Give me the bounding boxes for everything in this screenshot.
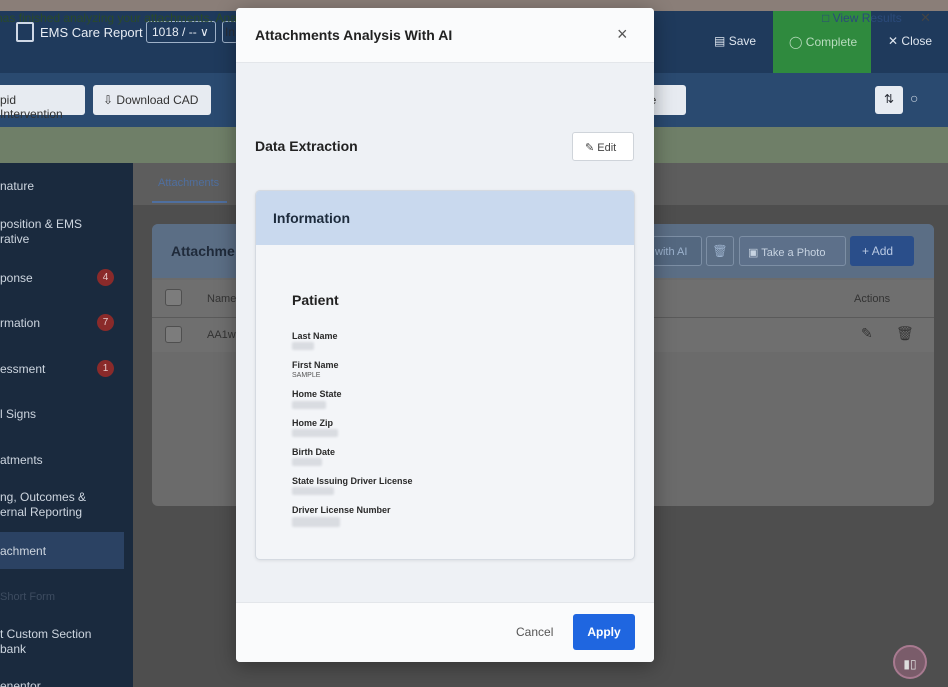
sidebar-item-response[interactable]: ponse bbox=[0, 271, 33, 286]
field-label-license-number: Driver License Number bbox=[292, 505, 391, 515]
section-title: Data Extraction bbox=[255, 138, 358, 154]
save-label: Save bbox=[728, 34, 757, 48]
edit-button[interactable]: ✎ Edit bbox=[572, 132, 634, 161]
logo-icon bbox=[16, 22, 34, 42]
sidebar-badge-assessment: 1 bbox=[97, 360, 114, 377]
chat-icon[interactable]: ○ bbox=[910, 90, 918, 106]
field-value-first-name: SAMPLE bbox=[292, 372, 321, 379]
add-button[interactable]: + Add bbox=[850, 236, 914, 266]
field-label-home-state: Home State bbox=[292, 389, 342, 399]
information-title: Information bbox=[273, 210, 350, 226]
redacted-value bbox=[292, 429, 338, 437]
trash-icon[interactable]: 🗑 bbox=[706, 236, 734, 266]
field-label-home-zip: Home Zip bbox=[292, 418, 334, 428]
tab-underline bbox=[152, 201, 227, 203]
take-photo-button[interactable]: ▣ Take a Photo bbox=[739, 236, 846, 266]
save-button[interactable]: ▤ Save bbox=[714, 34, 756, 48]
rapid-intervention-button[interactable]: pid Intervention bbox=[0, 85, 85, 121]
sidebar-item-treatments[interactable]: atments bbox=[0, 453, 43, 468]
view-results-label: View Results bbox=[832, 11, 902, 25]
select-all-checkbox[interactable] bbox=[165, 289, 182, 306]
edit-icon[interactable]: ✎ bbox=[861, 325, 873, 342]
redacted-value bbox=[292, 342, 314, 350]
sidebar-item-assessment[interactable]: essment bbox=[0, 362, 45, 377]
settings-icon[interactable]: ⇅ bbox=[875, 86, 903, 114]
plus-icon: + bbox=[862, 244, 870, 258]
field-label-first-name: First Name bbox=[292, 360, 339, 370]
voice-icon[interactable]: ▮▯ bbox=[893, 645, 927, 679]
sidebar-item-information[interactable]: rmation bbox=[0, 316, 40, 331]
camera-icon: ▣ bbox=[748, 247, 759, 259]
sidebar-item-signature[interactable]: nature bbox=[0, 179, 34, 194]
app-title: EMS Care Report bbox=[40, 25, 143, 40]
check-circle-icon: ◯ bbox=[789, 35, 803, 49]
field-label-last-name: Last Name bbox=[292, 331, 338, 341]
sidebar-item-attachment[interactable]: achment bbox=[0, 544, 46, 559]
sidebar-item-disposition[interactable]: position & EMS rative bbox=[0, 217, 82, 247]
apply-button[interactable]: Apply bbox=[573, 614, 635, 650]
patient-title: Patient bbox=[292, 292, 339, 308]
cancel-button[interactable]: Cancel bbox=[516, 625, 553, 639]
sidebar-item-short-form[interactable]: Short Form bbox=[0, 590, 55, 605]
sidebar-badge-information: 7 bbox=[97, 314, 114, 331]
tab-attachments[interactable]: Attachments bbox=[158, 177, 219, 189]
take-photo-label: Take a Photo bbox=[761, 247, 826, 259]
save-icon: ▤ bbox=[714, 34, 726, 48]
download-icon: ⇩ bbox=[103, 93, 114, 107]
sidebar-item-custom-section[interactable]: t Custom Section bank bbox=[0, 627, 91, 657]
redacted-value bbox=[292, 458, 322, 466]
field-label-birth-date: Birth Date bbox=[292, 447, 336, 457]
add-label: Add bbox=[871, 244, 894, 258]
view-results-link[interactable]: □ View Results bbox=[822, 11, 902, 25]
banner-close-icon[interactable]: ✕ bbox=[920, 10, 931, 26]
close-report-button[interactable]: ✕ Close bbox=[888, 34, 932, 48]
sidebar-badge-response: 4 bbox=[97, 269, 114, 286]
pencil-icon: ✎ bbox=[585, 142, 595, 154]
analysis-modal: Attachments Analysis With AI × Data Extr… bbox=[236, 8, 654, 662]
column-header-actions: Actions bbox=[854, 293, 891, 305]
column-header-name: Name bbox=[207, 293, 237, 305]
banner-text: has finished analyzing your attachments.… bbox=[0, 11, 252, 25]
complete-label: Complete bbox=[805, 35, 858, 49]
close-icon: ✕ bbox=[888, 34, 899, 48]
information-card: Information Patient Last Name First Name… bbox=[255, 190, 635, 560]
redacted-value bbox=[292, 401, 326, 409]
field-label-license-state: State Issuing Driver License bbox=[292, 476, 413, 486]
redacted-value bbox=[292, 487, 334, 495]
sidebar-item-vital-signs[interactable]: l Signs bbox=[0, 407, 36, 422]
download-cad-button[interactable]: ⇩ Download CAD bbox=[93, 85, 211, 115]
edit-label: Edit bbox=[597, 142, 617, 154]
attachments-card-title: Attachme bbox=[171, 243, 235, 259]
row-checkbox[interactable] bbox=[165, 326, 182, 343]
sidebar-item-more[interactable]: enentor bbox=[0, 679, 41, 687]
document-icon: □ bbox=[822, 11, 830, 25]
download-cad-label: Download CAD bbox=[116, 93, 199, 107]
redacted-value bbox=[292, 517, 340, 527]
close-label: Close bbox=[901, 34, 933, 48]
close-icon[interactable]: × bbox=[617, 24, 628, 45]
trash-icon[interactable]: 🗑 bbox=[896, 325, 914, 342]
sidebar-item-outcomes[interactable]: ng, Outcomes & ernal Reporting bbox=[0, 490, 86, 520]
modal-title: Attachments Analysis With AI bbox=[255, 27, 453, 43]
analyze-with-ai-button[interactable]: with AI bbox=[652, 236, 702, 266]
